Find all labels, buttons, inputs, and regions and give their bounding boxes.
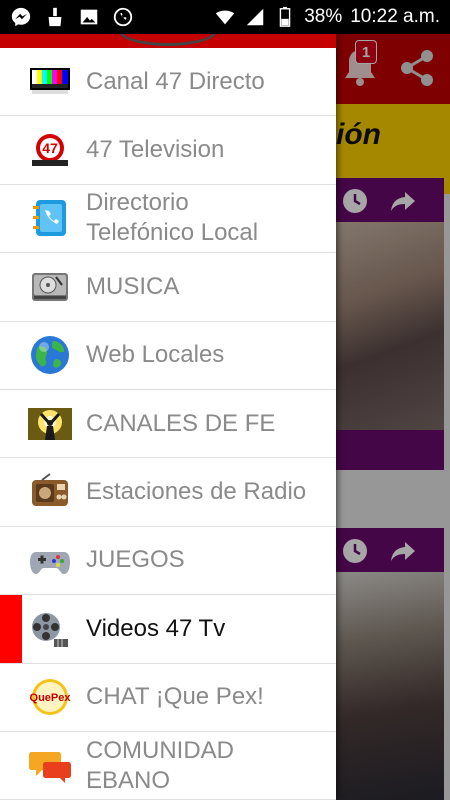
- worship-icon: [26, 400, 74, 448]
- phone-book-icon: [26, 194, 74, 242]
- hard-drive-icon: [26, 263, 74, 311]
- tv-color-bars-icon: [26, 58, 74, 106]
- menu-item-directorio[interactable]: Directorio Telefónico Local: [0, 185, 336, 254]
- gamepad-icon: [26, 536, 74, 584]
- menu-item-canales-de-fe[interactable]: CANALES DE FE: [0, 390, 336, 459]
- menu-item-label: Canal 47 Directo: [86, 67, 265, 95]
- whatsapp-icon: [112, 6, 134, 28]
- drawer-header: [0, 34, 336, 48]
- wifi-icon: [214, 6, 236, 28]
- menu-item-label: Estaciones de Radio: [86, 478, 307, 506]
- drawer-menu: Canal 47 Directo 47 47 Television Direct…: [0, 48, 336, 800]
- menu-item-web-locales[interactable]: Web Locales: [0, 322, 336, 390]
- clock: 10:22 a.m.: [350, 6, 440, 27]
- menu-item-label: Directorio Telefónico Local: [86, 189, 259, 247]
- menu-item-chat-que-pex[interactable]: QuePex CHAT ¡Que Pex!: [0, 664, 336, 732]
- menu-item-label: 47 Television: [86, 136, 225, 164]
- messenger-icon: [10, 6, 32, 28]
- menu-item-estaciones-de-radio[interactable]: Estaciones de Radio: [0, 458, 336, 527]
- menu-item-label: Web Locales: [86, 341, 225, 369]
- status-bar: 38% 10:22 a.m.: [0, 0, 450, 34]
- menu-item-label: COMUNIDAD EBANO: [86, 736, 234, 794]
- quepex-logo-icon: QuePex: [26, 673, 74, 721]
- battery-percent: 38%: [304, 6, 343, 27]
- menu-item-canal-47-directo[interactable]: Canal 47 Directo: [0, 48, 336, 117]
- menu-item-label: CANALES DE FE: [86, 409, 276, 437]
- svg-text:QuePex: QuePex: [30, 692, 72, 704]
- header-logo-edge: [118, 34, 218, 46]
- menu-item-label: Videos 47 Tv: [86, 614, 226, 642]
- menu-item-videos-47-tv[interactable]: Videos 47 Tv: [0, 595, 336, 664]
- drawer-scrim[interactable]: [336, 34, 450, 800]
- radio-icon: [26, 468, 74, 516]
- film-reel-icon: [26, 605, 74, 653]
- svg-text:47: 47: [42, 140, 58, 156]
- navigation-drawer: Canal 47 Directo 47 47 Television Direct…: [0, 34, 336, 800]
- cleaner-icon: [44, 6, 66, 28]
- menu-item-label: JUEGOS: [86, 546, 185, 574]
- globe-icon: [26, 331, 74, 379]
- menu-item-comunidad-ebano[interactable]: COMUNIDAD EBANO: [0, 732, 336, 800]
- menu-item-musica[interactable]: MUSICA: [0, 253, 336, 322]
- gallery-icon: [78, 6, 100, 28]
- menu-item-47-television[interactable]: 47 47 Television: [0, 116, 336, 185]
- menu-item-juegos[interactable]: JUEGOS: [0, 527, 336, 596]
- chat-bubbles-icon: [26, 742, 74, 790]
- active-item-marker: [0, 595, 22, 663]
- signal-icon: [244, 6, 266, 28]
- 47-logo-icon: 47: [26, 126, 74, 174]
- battery-icon: [274, 6, 296, 28]
- menu-item-label: MUSICA: [86, 272, 180, 300]
- menu-item-label: CHAT ¡Que Pex!: [86, 683, 264, 711]
